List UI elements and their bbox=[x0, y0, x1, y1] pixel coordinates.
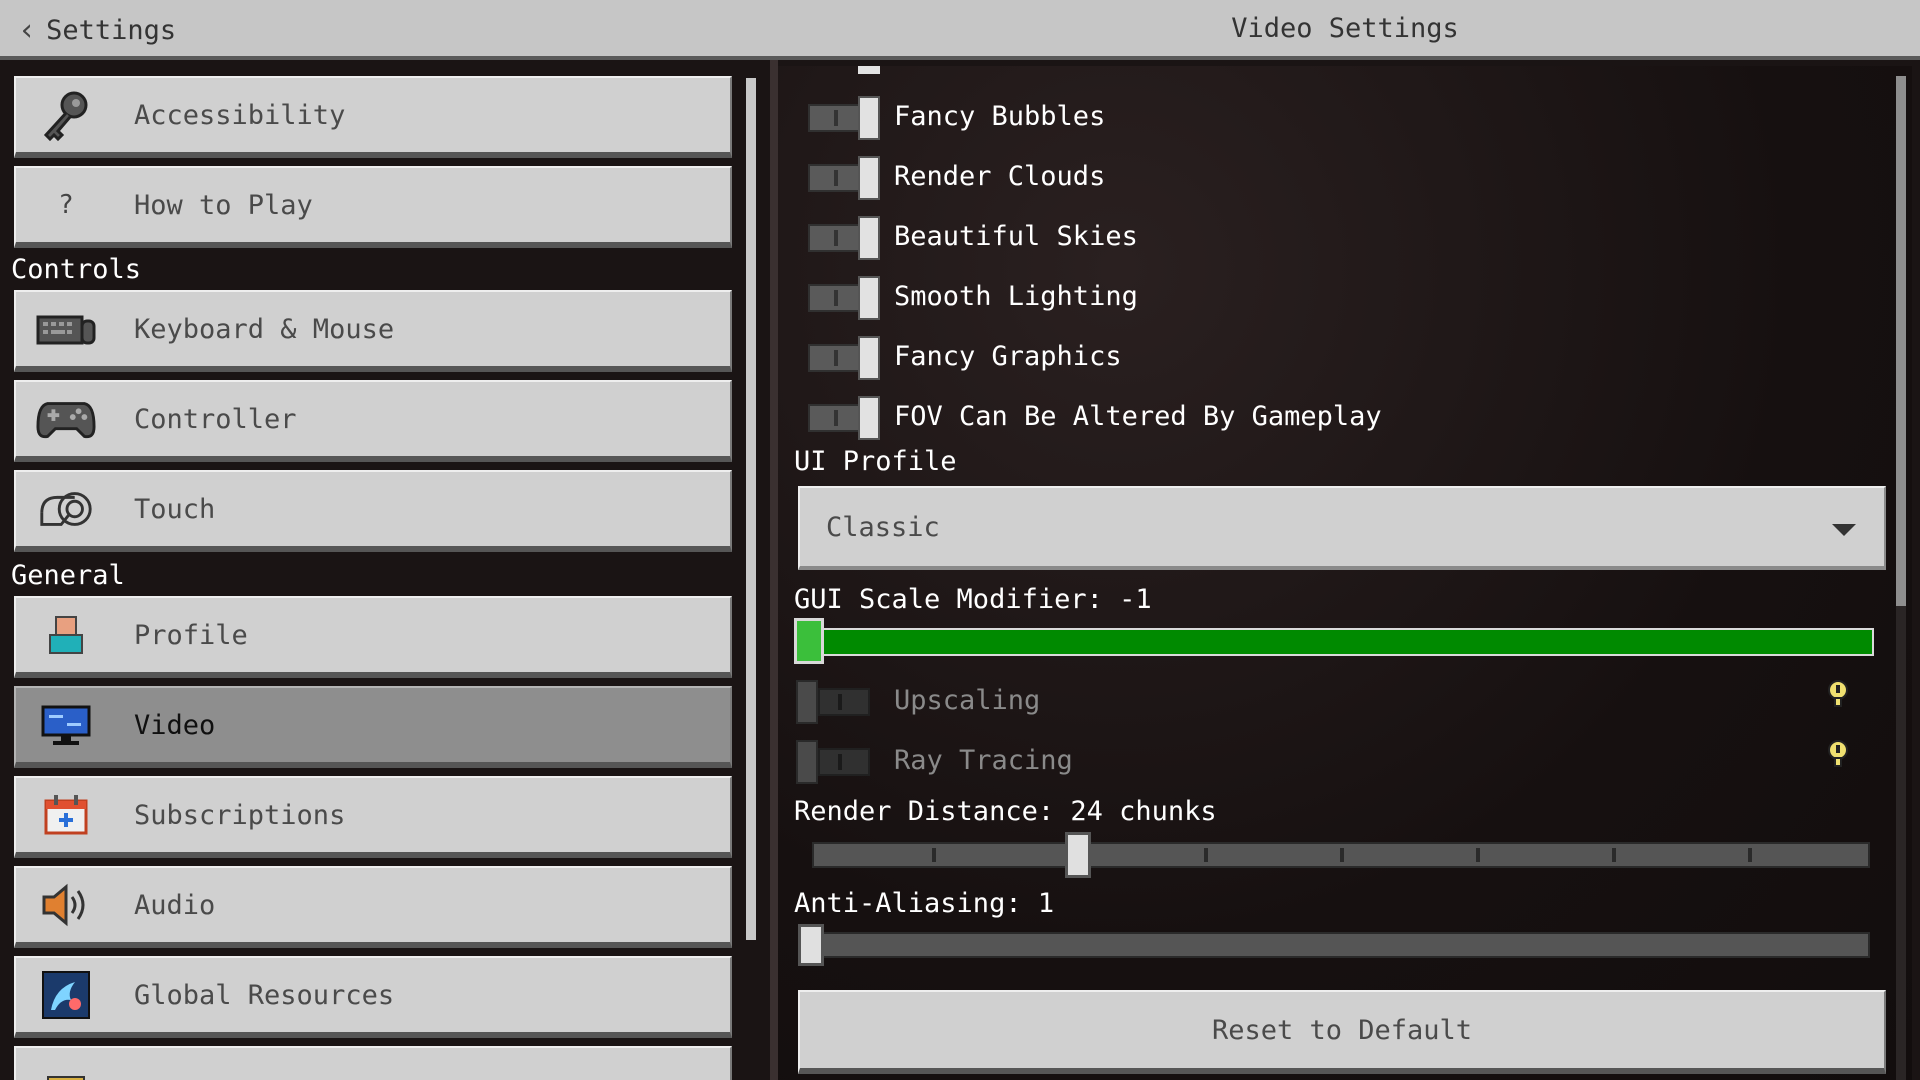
toggle-row-smooth-lighting[interactable]: Smooth Lighting bbox=[808, 272, 1138, 320]
chevron-left-icon: ‹ bbox=[18, 12, 37, 48]
fancy-graphics-toggle[interactable] bbox=[808, 336, 880, 380]
question-icon: ? bbox=[58, 190, 74, 220]
chevron-down-icon bbox=[1832, 524, 1856, 536]
touch-icon bbox=[36, 479, 96, 539]
render-distance-tick bbox=[1476, 848, 1480, 862]
sidebar-item-global-resources[interactable]: Global Resources bbox=[14, 956, 732, 1038]
sidebar-item-subscriptions[interactable]: Subscriptions bbox=[14, 776, 732, 858]
speaker-icon bbox=[36, 875, 96, 935]
sidebar-item-profile[interactable]: Profile bbox=[14, 596, 732, 678]
profile-icon bbox=[36, 605, 96, 665]
sidebar-item-how-to-play[interactable]: ? How to Play bbox=[14, 166, 732, 248]
render-distance-tick bbox=[1340, 848, 1344, 862]
render-distance-tick bbox=[932, 848, 936, 862]
page-title: Video Settings bbox=[1231, 13, 1459, 44]
render-distance-slider[interactable] bbox=[812, 842, 1870, 868]
anti-aliasing-slider[interactable] bbox=[798, 932, 1870, 958]
settings-sidebar: Accessibility ? How to Play Controls Key… bbox=[0, 60, 772, 1080]
sidebar-item-audio[interactable]: Audio bbox=[14, 866, 732, 948]
video-settings-panel: Fancy Bubbles Render Clouds Beautiful Sk… bbox=[778, 66, 1912, 1080]
render-distance-label: Render Distance: 24 chunks bbox=[794, 796, 1217, 827]
toggle-row-render-clouds[interactable]: Render Clouds bbox=[808, 152, 1105, 200]
folder-icon bbox=[36, 1055, 96, 1080]
toggle-row-fancy-graphics[interactable]: Fancy Graphics bbox=[808, 332, 1122, 380]
sidebar-item-keyboard-mouse[interactable]: Keyboard & Mouse bbox=[14, 290, 732, 372]
ray-tracing-toggle bbox=[796, 740, 870, 784]
sidebar-item-touch[interactable]: Touch bbox=[14, 470, 732, 552]
gui-scale-slider[interactable] bbox=[798, 628, 1874, 656]
render-distance-tick bbox=[1612, 848, 1616, 862]
toggle-row-beautiful-skies[interactable]: Beautiful Skies bbox=[808, 212, 1138, 260]
render-distance-tick bbox=[1204, 848, 1208, 862]
toggle-row-upscaling: Upscaling bbox=[796, 676, 1040, 724]
sidebar-item-controller[interactable]: Controller bbox=[14, 380, 732, 462]
back-button[interactable]: ‹ Settings bbox=[18, 0, 176, 60]
ray-tracing-info-icon[interactable] bbox=[1827, 740, 1849, 768]
header-bar: ‹ Settings Video Settings bbox=[0, 0, 1920, 60]
calendar-icon bbox=[36, 785, 96, 845]
render-distance-slider-handle[interactable] bbox=[1064, 832, 1091, 878]
section-title-controls: Controls bbox=[11, 254, 142, 285]
anti-aliasing-label: Anti-Aliasing: 1 bbox=[794, 888, 1055, 919]
video-panel-scrollbar-track bbox=[1896, 606, 1906, 1080]
video-panel-scrollbar[interactable] bbox=[1896, 76, 1906, 606]
sidebar-item-video[interactable]: Video bbox=[14, 686, 732, 768]
anti-aliasing-slider-handle[interactable] bbox=[798, 924, 824, 966]
ui-profile-dropdown[interactable]: Classic bbox=[798, 486, 1886, 570]
toggle-row-fancy-bubbles[interactable]: Fancy Bubbles bbox=[808, 92, 1105, 140]
toggle-row-fov-gameplay[interactable]: FOV Can Be Altered By Gameplay bbox=[808, 392, 1382, 440]
keyboard-icon bbox=[36, 299, 96, 359]
section-title-general: General bbox=[11, 560, 125, 591]
fancy-bubbles-toggle[interactable] bbox=[808, 96, 880, 140]
gamepad-icon bbox=[36, 389, 96, 449]
ui-profile-label: UI Profile bbox=[794, 446, 957, 477]
upscaling-toggle bbox=[796, 680, 870, 724]
fov-gameplay-toggle[interactable] bbox=[808, 396, 880, 440]
gui-scale-label: GUI Scale Modifier: -1 bbox=[794, 584, 1152, 615]
gui-scale-slider-handle[interactable] bbox=[794, 618, 824, 664]
beautiful-skies-toggle[interactable] bbox=[808, 216, 880, 260]
smooth-lighting-toggle[interactable] bbox=[808, 276, 880, 320]
resource-pack-icon bbox=[36, 965, 96, 1025]
reset-to-default-button[interactable]: Reset to Default bbox=[798, 990, 1886, 1074]
toggle-row-ray-tracing: Ray Tracing bbox=[796, 736, 1073, 784]
panel-divider bbox=[770, 60, 778, 1080]
back-label: Settings bbox=[46, 14, 177, 46]
upscaling-info-icon[interactable] bbox=[1827, 680, 1849, 708]
monitor-icon bbox=[36, 695, 96, 755]
render-clouds-toggle[interactable] bbox=[808, 156, 880, 200]
render-distance-tick bbox=[1748, 848, 1752, 862]
sidebar-item-partial[interactable] bbox=[14, 1046, 732, 1080]
toggle-knob-partial bbox=[858, 66, 880, 74]
sidebar-scrollbar[interactable] bbox=[746, 78, 756, 940]
sidebar-item-accessibility[interactable]: Accessibility bbox=[14, 76, 732, 158]
key-icon bbox=[36, 85, 96, 145]
